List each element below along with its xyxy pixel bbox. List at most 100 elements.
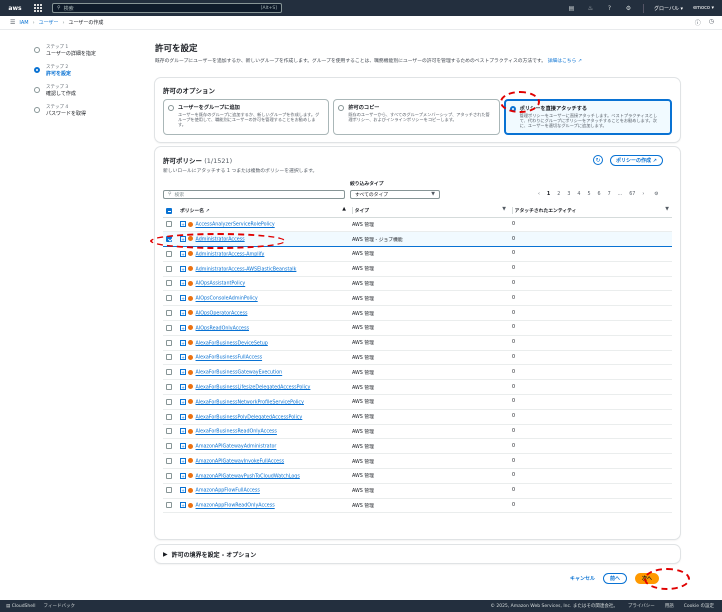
row-checkbox[interactable] — [166, 383, 172, 390]
expand-row-icon[interactable]: + — [180, 221, 186, 228]
expand-row-icon[interactable]: + — [180, 472, 186, 479]
column-policy-name[interactable]: ポリシー名 ↗ ▲ — [177, 205, 349, 218]
page-3[interactable]: 3 — [567, 192, 570, 197]
row-checkbox[interactable] — [166, 413, 172, 420]
page-1[interactable]: 1 — [547, 192, 550, 197]
table-row[interactable]: + AlexaForBusinessNetworkProfileServiceP… — [163, 394, 672, 410]
back-button[interactable]: 前へ — [603, 573, 628, 584]
table-row[interactable]: + AmazonAppFlowReadOnlyAccess AWS 管理 0 — [163, 498, 672, 514]
expand-row-icon[interactable]: + — [180, 487, 186, 494]
page-67[interactable]: 67 — [629, 192, 635, 197]
table-row[interactable]: + AmazonAPIGatewayPushToCloudWatchLogs AW… — [163, 468, 672, 484]
expand-row-icon[interactable]: + — [180, 250, 186, 257]
policy-name-link[interactable]: AlexaForBusinessDeviceSetup — [196, 341, 268, 346]
sort-icon[interactable]: ▼ — [665, 207, 669, 212]
row-checkbox[interactable] — [166, 280, 172, 287]
aws-logo[interactable]: aws — [0, 5, 30, 12]
permissions-boundary-section[interactable]: ▶ 許可の境界を設定 - オプション — [155, 545, 680, 563]
page-2[interactable]: 2 — [557, 192, 560, 197]
table-row[interactable]: + AlexaForBusinessGatewayExecution AWS 管理… — [163, 364, 672, 381]
policy-name-link[interactable]: AIOpsReadOnlyAccess — [196, 326, 249, 331]
clock-icon[interactable]: ◷ — [709, 18, 714, 27]
row-checkbox[interactable] — [166, 472, 172, 479]
policy-name-link[interactable]: AlexaForBusinessFullAccess — [196, 356, 263, 361]
settings-icon[interactable]: ⚙ — [624, 4, 633, 13]
expand-row-icon[interactable]: + — [180, 457, 186, 464]
create-policy-button[interactable]: ポリシーの作成 ↗ — [610, 155, 663, 166]
expand-row-icon[interactable]: + — [180, 502, 186, 509]
sort-icon[interactable]: ▼ — [502, 207, 506, 212]
row-checkbox[interactable] — [166, 354, 172, 361]
expand-row-icon[interactable]: + — [180, 354, 186, 361]
row-checkbox[interactable] — [166, 324, 172, 331]
policy-name-link[interactable]: AIOpsAssistantPolicy — [196, 282, 246, 287]
step-1[interactable]: ステップ 1 ユーザーの詳細を指定 — [34, 44, 134, 57]
table-row[interactable]: + AIOpsOperatorAccess AWS 管理 0 — [163, 305, 672, 322]
policy-name-link[interactable]: AlexaForBusinessReadOnlyAccess — [196, 430, 277, 435]
row-checkbox[interactable] — [166, 502, 172, 509]
expand-row-icon[interactable]: + — [180, 339, 186, 346]
table-row[interactable]: + AdministratorAccess-AWSElasticBeanstal… — [163, 261, 672, 277]
account-menu[interactable]: emoco ▾ — [693, 5, 714, 11]
expand-row-icon[interactable]: + — [180, 428, 186, 435]
option-copy-permissions[interactable]: 許可のコピー 既存のユーザーから、すべてのグループメンバーシップ、アタッチされた… — [333, 99, 500, 135]
policy-name-link[interactable]: AdministratorAccess-AWSElasticBeanstalk — [196, 267, 297, 272]
table-row[interactable]: + AlexaForBusinessFullAccess AWS 管理 0 — [163, 350, 672, 366]
filter-type-select[interactable]: すべてのタイプ ▼ — [350, 190, 440, 199]
preferences-gear-icon[interactable]: ⚙ — [654, 192, 658, 197]
policy-name-link[interactable]: AmazonAPIGatewayPushToCloudWatchLogs — [196, 474, 300, 479]
prev-page-icon[interactable]: ‹ — [538, 192, 540, 197]
next-page-icon[interactable]: › — [642, 192, 644, 197]
region-selector[interactable]: グローバル ▾ — [654, 5, 683, 12]
policy-name-link[interactable]: AIOpsOperatorAccess — [196, 311, 248, 316]
table-row[interactable]: + AlexaForBusinessLifesizeDelegatedAcces… — [163, 379, 672, 396]
expand-row-icon[interactable]: + — [180, 295, 186, 302]
expand-row-icon[interactable]: + — [180, 398, 186, 405]
radio-button[interactable] — [338, 105, 345, 111]
cancel-button[interactable]: キャンセル — [570, 575, 595, 582]
services-grid-icon[interactable] — [34, 4, 42, 12]
policy-name-link[interactable]: AmazonAPIGatewayInvokeFullAccess — [196, 459, 285, 464]
info-icon[interactable]: ⓘ — [695, 18, 701, 27]
page-6[interactable]: 6 — [598, 192, 601, 197]
option-add-to-group[interactable]: ユーザーをグループに追加 ユーザーを既存のグループに追加するか、新しいグループを… — [163, 99, 330, 135]
select-all-checkbox[interactable] — [166, 207, 172, 214]
row-checkbox[interactable] — [166, 295, 172, 302]
table-row[interactable]: + AIOpsAssistantPolicy AWS 管理 0 — [163, 276, 672, 292]
terms-link[interactable]: 用語 — [665, 603, 674, 609]
expand-row-icon[interactable]: + — [180, 309, 186, 316]
table-row[interactable]: + AccessAnalyzerServiceRolePolicy AWS 管理 0 — [163, 217, 672, 233]
row-checkbox[interactable] — [166, 369, 172, 376]
expand-row-icon[interactable]: + — [180, 413, 186, 420]
cloudshell-icon[interactable]: ▤ — [567, 4, 576, 13]
row-checkbox[interactable] — [166, 309, 172, 316]
policy-name-link[interactable]: AdministratorAccess-Amplify — [196, 252, 265, 257]
policy-name-link[interactable]: AIOpsConsoleAdminPolicy — [196, 297, 258, 302]
refresh-icon[interactable]: ↻ — [593, 155, 603, 165]
table-row[interactable]: + AmazonAPIGatewayAdministrator AWS 管理 0 — [163, 438, 672, 455]
expand-row-icon[interactable]: + — [180, 324, 186, 331]
table-row[interactable]: + AmazonAppFlowFullAccess AWS 管理 0 — [163, 483, 672, 499]
expand-row-icon[interactable]: + — [180, 265, 186, 272]
row-checkbox[interactable] — [166, 221, 172, 228]
cloudshell-link[interactable]: ▤ CloudShell — [6, 604, 36, 609]
breadcrumb-iam[interactable]: IAM — [19, 20, 28, 26]
learn-more-link[interactable]: 詳細はこちら — [548, 59, 577, 64]
help-icon[interactable]: ? — [605, 4, 614, 13]
feedback-link[interactable]: フィードバック — [44, 603, 75, 609]
page-4[interactable]: 4 — [577, 192, 580, 197]
step-2[interactable]: ステップ 2 許可を設定 — [34, 64, 134, 77]
row-checkbox[interactable] — [166, 339, 172, 346]
policy-name-link[interactable]: AlexaForBusinessLifesizeDelegatedAccessP… — [196, 385, 311, 390]
global-search[interactable]: ⚲ 検索 [Alt+S] — [52, 3, 282, 13]
menu-icon[interactable]: ☰ — [10, 19, 15, 26]
expand-row-icon[interactable]: + — [180, 369, 186, 376]
policy-name-link[interactable]: AlexaForBusinessPolyDelegatedAccessPolic… — [196, 415, 303, 420]
expand-row-icon[interactable]: + — [180, 383, 186, 390]
expand-row-icon[interactable]: + — [180, 443, 186, 450]
policy-search-input[interactable]: ⚲ 検索 — [163, 190, 345, 199]
notifications-icon[interactable]: ♨ — [586, 4, 595, 13]
column-type[interactable]: タイプ ▼ — [349, 205, 509, 218]
page-5[interactable]: 5 — [587, 192, 590, 197]
page-7[interactable]: 7 — [608, 192, 611, 197]
